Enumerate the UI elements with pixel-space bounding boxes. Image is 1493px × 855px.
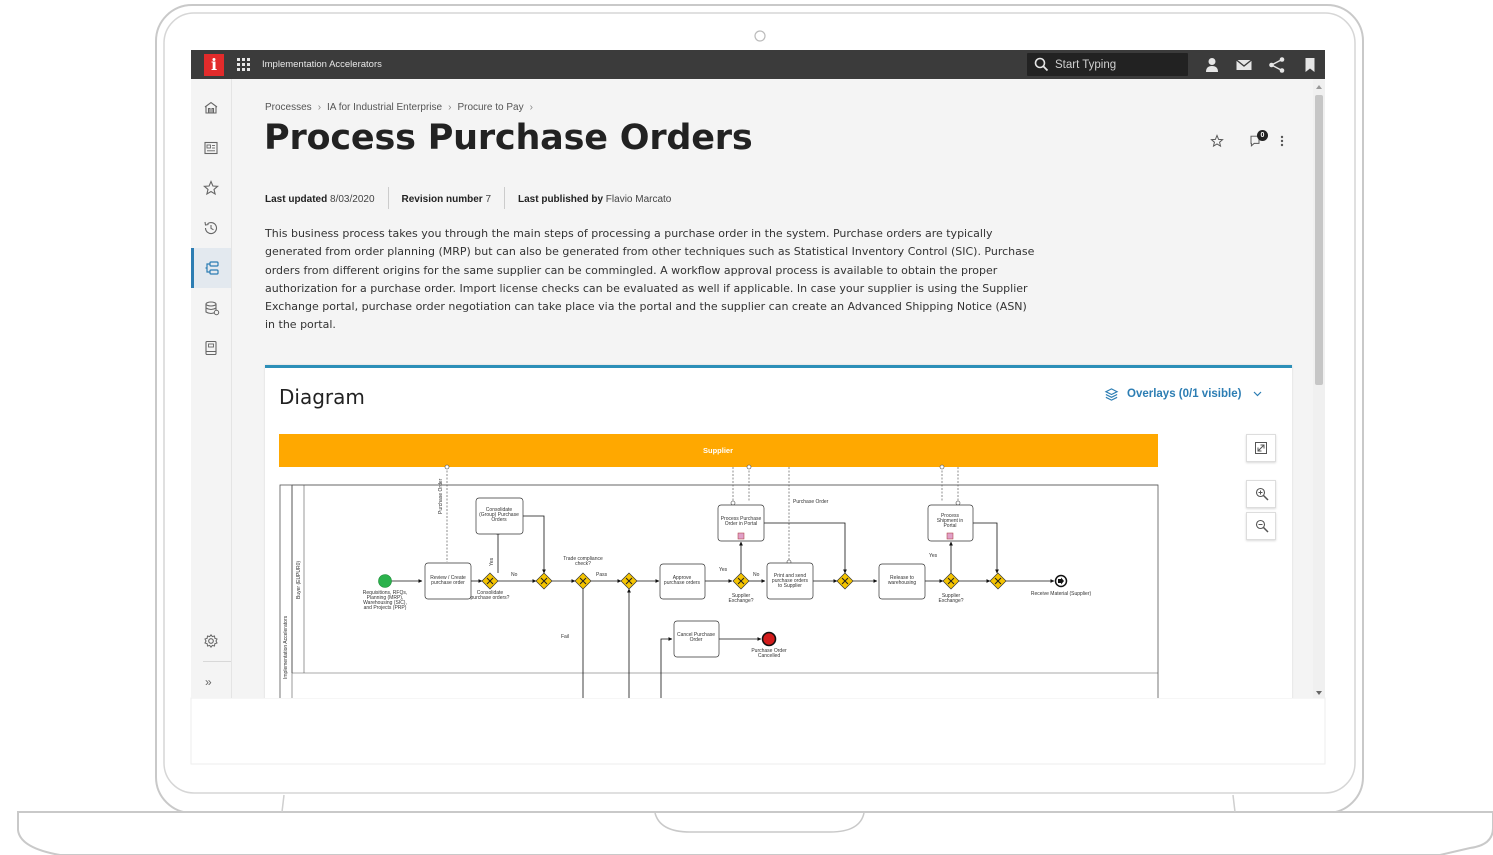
- zoom-in-icon: [1255, 487, 1269, 501]
- last-updated: Last updated 8/03/2020: [265, 194, 375, 205]
- app-title[interactable]: Implementation Accelerators: [262, 50, 382, 79]
- svg-text:check?: check?: [575, 561, 591, 567]
- page-meta: Last updated 8/03/2020 Revision number 7 L…: [265, 187, 671, 210]
- breadcrumb: Processes › IA for Industrial Enterprise › P…: [265, 102, 539, 113]
- svg-text:Exchange?: Exchange?: [938, 598, 963, 604]
- yes-label: Yes: [489, 557, 495, 566]
- process-description: This business process takes you through …: [265, 227, 1035, 332]
- revision: Revision number 7: [402, 194, 491, 205]
- breadcrumb-separator: ›: [317, 102, 322, 113]
- rail-divider: [203, 661, 231, 662]
- published-label: Last published by: [518, 193, 604, 205]
- top-bar: i Implementation Accelerators: [191, 50, 1325, 79]
- revision-label: Revision number: [401, 193, 483, 205]
- diagram-card: Diagram Overlays (0/1 visible) Supplier …: [265, 365, 1292, 698]
- left-rail: »: [191, 79, 232, 698]
- search-input[interactable]: [1055, 56, 1183, 73]
- screen: i Implementation Accelerators Start Typi…: [191, 50, 1325, 698]
- svg-text:Order in Portal: Order in Portal: [725, 521, 758, 527]
- breadcrumb-item-procure-to-pay[interactable]: Procure to Pay: [457, 102, 523, 113]
- breadcrumb-separator: ›: [448, 102, 452, 113]
- page-actions: 0: [1209, 130, 1289, 154]
- diagram-title: Diagram: [279, 385, 365, 409]
- apps-grid-icon[interactable]: [237, 58, 251, 72]
- breadcrumb-item-processes[interactable]: Processes: [265, 102, 312, 113]
- settings-icon[interactable]: [201, 631, 221, 651]
- svg-text:purchase order: purchase order: [431, 580, 465, 586]
- published-by: Last published by Flavio Marcato: [518, 194, 671, 205]
- subprocess-marker-icon: [946, 532, 954, 540]
- data-icon[interactable]: [201, 298, 221, 318]
- svg-text:Cancelled: Cancelled: [758, 653, 780, 659]
- user-icon[interactable]: [1202, 55, 1222, 75]
- layers-icon: [1104, 388, 1119, 401]
- message-purchase-order-label: Purchase Order: [438, 478, 444, 514]
- share-icon[interactable]: [1267, 55, 1287, 75]
- zoom-out-icon: [1255, 519, 1269, 533]
- purchase-order-flow-label: Purchase Order: [793, 499, 829, 505]
- bookmark-icon[interactable]: [1300, 55, 1320, 75]
- scrollbar-thumb[interactable]: [1315, 95, 1323, 385]
- pass-label: Pass: [596, 572, 608, 578]
- page-title: Process Purchase Orders: [264, 118, 753, 158]
- meta-divider: [387, 187, 389, 209]
- start-event[interactable]: [378, 574, 392, 588]
- zoom-in-button[interactable]: [1246, 480, 1276, 508]
- supplier-pool-label: Supplier: [703, 446, 733, 455]
- breadcrumb-separator: ›: [529, 102, 533, 113]
- end-event-cancelled[interactable]: [761, 631, 777, 647]
- dashboard-icon[interactable]: [201, 138, 221, 158]
- svg-text:warehousing: warehousing: [888, 580, 917, 586]
- mail-icon[interactable]: [1234, 55, 1254, 75]
- no-label: No: [511, 572, 518, 578]
- meta-divider: [504, 187, 505, 209]
- yes-label: Yes: [929, 553, 938, 559]
- expand-icon[interactable]: »: [205, 675, 212, 689]
- chevron-down-icon: [1253, 391, 1262, 397]
- main-pool-label: Implementation Accelerators: [283, 615, 289, 679]
- svg-text:Portal: Portal: [943, 523, 956, 529]
- svg-text:Exchange?: Exchange?: [728, 598, 753, 604]
- scroll-up-icon[interactable]: [1315, 84, 1323, 90]
- favorite-star-icon[interactable]: [1209, 133, 1225, 149]
- svg-text:to Supplier: to Supplier: [778, 583, 802, 589]
- svg-text:and Projects (PRP): and Projects (PRP): [364, 605, 407, 611]
- star-icon[interactable]: [201, 178, 221, 198]
- svg-text:purchase orders?: purchase orders?: [471, 595, 510, 601]
- scroll-down-icon[interactable]: [1315, 690, 1323, 696]
- last-updated-value: 8/03/2020: [330, 193, 375, 205]
- more-options-icon[interactable]: [1279, 133, 1285, 149]
- receive-material-label: Receive Material (Supplier): [1031, 591, 1092, 597]
- last-updated-label: Last updated: [265, 193, 328, 205]
- overlays-label: Overlays (0/1 visible): [1127, 388, 1242, 400]
- svg-text:purchase orders: purchase orders: [664, 580, 701, 586]
- scrollbar[interactable]: [1313, 79, 1325, 698]
- breadcrumb-item-ia-industrial[interactable]: IA for Industrial Enterprise: [327, 102, 442, 113]
- revision-value: 7: [485, 193, 491, 205]
- expand-arrows-icon: [1255, 442, 1267, 454]
- search-icon: [1034, 57, 1049, 72]
- fullscreen-button[interactable]: [1246, 434, 1276, 462]
- zoom-out-button[interactable]: [1246, 512, 1276, 540]
- bpmn-diagram[interactable]: Supplier Implementation Accelerators Buy…: [279, 434, 1159, 698]
- no-label: No: [753, 572, 760, 578]
- home-icon[interactable]: [201, 98, 221, 118]
- published-value: Flavio Marcato: [605, 193, 672, 205]
- end-event-receive[interactable]: [1054, 574, 1068, 588]
- search-box[interactable]: [1027, 53, 1188, 76]
- book-icon[interactable]: [201, 338, 221, 358]
- comment-count-badge: 0: [1257, 130, 1268, 141]
- app-logo[interactable]: i: [204, 54, 224, 76]
- yes-label: Yes: [719, 567, 728, 573]
- history-icon[interactable]: [201, 218, 221, 238]
- process-icon[interactable]: [202, 258, 222, 278]
- svg-text:Orders: Orders: [491, 517, 507, 523]
- fail-label: Fail: [561, 634, 569, 640]
- subprocess-marker-icon: [737, 532, 745, 540]
- buyer-lane-label: Buyer (EUPUR0): [296, 561, 302, 599]
- svg-text:Order: Order: [690, 637, 703, 643]
